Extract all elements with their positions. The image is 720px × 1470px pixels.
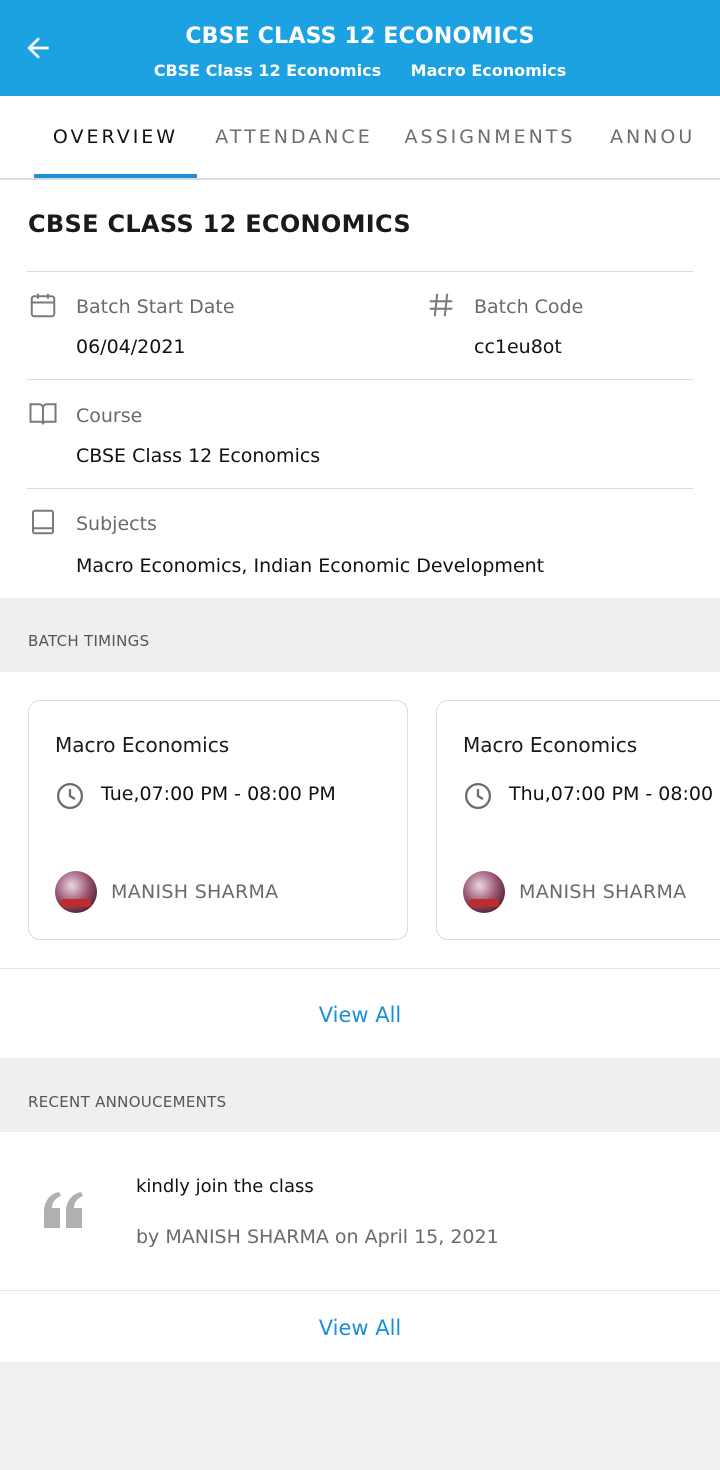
open-book-icon bbox=[29, 403, 57, 425]
announcement-item[interactable]: kindly join the class by MANISH SHARMA o… bbox=[0, 1132, 720, 1290]
subtitle-subject: Macro Economics bbox=[410, 61, 567, 80]
hash-icon bbox=[429, 293, 453, 317]
batch-code-value: cc1eu8ot bbox=[474, 336, 562, 358]
announcements-title: RECENT ANNOUCEMENTS bbox=[28, 1093, 227, 1111]
announcements-view-all-band: View All bbox=[0, 1290, 720, 1362]
tab-attendance-label: ATTENDANCE bbox=[215, 126, 373, 148]
timing-card[interactable]: Macro Economics Thu,07:00 PM - 08:00 PM … bbox=[436, 700, 720, 940]
subjects-label: Subjects bbox=[76, 513, 157, 535]
batch-timings-header: BATCH TIMINGS bbox=[0, 598, 720, 672]
page-subtitle: CBSE Class 12 Economics Macro Economics bbox=[0, 61, 720, 80]
active-tab-indicator bbox=[34, 174, 197, 178]
timings-view-all-link[interactable]: View All bbox=[0, 1003, 720, 1027]
batch-overview: CBSE CLASS 12 ECONOMICS Batch Start Date… bbox=[0, 180, 720, 598]
batch-code-label: Batch Code bbox=[474, 296, 584, 318]
batch-title: CBSE CLASS 12 ECONOMICS bbox=[28, 210, 411, 238]
divider bbox=[27, 271, 693, 272]
announcements-header: RECENT ANNOUCEMENTS bbox=[0, 1058, 720, 1132]
teacher-name: MANISH SHARMA bbox=[111, 881, 279, 903]
batch-start-label: Batch Start Date bbox=[76, 296, 235, 318]
batch-timings-carousel[interactable]: Macro Economics Tue,07:00 PM - 08:00 PM … bbox=[0, 672, 720, 968]
timing-time: Thu,07:00 PM - 08:00 PM bbox=[509, 783, 720, 805]
timing-time: Tue,07:00 PM - 08:00 PM bbox=[101, 783, 336, 805]
tab-overview-label: OVERVIEW bbox=[52, 126, 179, 148]
course-value: CBSE Class 12 Economics bbox=[76, 445, 321, 467]
tab-announcements-label: ANNOU bbox=[610, 126, 696, 148]
teacher-name: MANISH SHARMA bbox=[519, 881, 687, 903]
tab-announcements[interactable]: ANNOU bbox=[600, 96, 700, 178]
tab-assignments[interactable]: ASSIGNMENTS bbox=[398, 96, 582, 178]
teacher-avatar bbox=[55, 871, 97, 913]
timings-view-all-band: View All bbox=[0, 968, 720, 1058]
timing-subject: Macro Economics bbox=[463, 733, 638, 757]
tab-bar: OVERVIEW ATTENDANCE ASSIGNMENTS ANNOU bbox=[0, 96, 720, 178]
tab-assignments-label: ASSIGNMENTS bbox=[404, 126, 576, 148]
page-title: CBSE CLASS 12 ECONOMICS bbox=[185, 24, 535, 49]
clock-icon bbox=[465, 783, 491, 809]
course-label: Course bbox=[76, 405, 143, 427]
teacher-avatar bbox=[463, 871, 505, 913]
divider bbox=[27, 379, 693, 380]
timing-subject: Macro Economics bbox=[55, 733, 230, 757]
tab-overview[interactable]: OVERVIEW bbox=[34, 96, 197, 178]
announcements-view-all-link[interactable]: View All bbox=[0, 1316, 720, 1340]
subtitle-course: CBSE Class 12 Economics bbox=[153, 61, 382, 80]
subjects-value: Macro Economics, Indian Economic Develop… bbox=[76, 555, 545, 577]
divider bbox=[27, 488, 693, 489]
clock-icon bbox=[57, 783, 83, 809]
book-icon bbox=[32, 509, 54, 535]
announcement-text: kindly join the class bbox=[136, 1176, 314, 1197]
batch-start-value: 06/04/2021 bbox=[76, 336, 186, 358]
announcement-meta: by MANISH SHARMA on April 15, 2021 bbox=[136, 1226, 499, 1248]
timing-card[interactable]: Macro Economics Tue,07:00 PM - 08:00 PM … bbox=[28, 700, 408, 940]
tab-attendance[interactable]: ATTENDANCE bbox=[210, 96, 378, 178]
batch-timings-title: BATCH TIMINGS bbox=[28, 632, 150, 650]
calendar-icon bbox=[30, 293, 56, 318]
quote-icon bbox=[44, 1192, 83, 1228]
app-bar: CBSE CLASS 12 ECONOMICS CBSE Class 12 Ec… bbox=[0, 0, 720, 96]
